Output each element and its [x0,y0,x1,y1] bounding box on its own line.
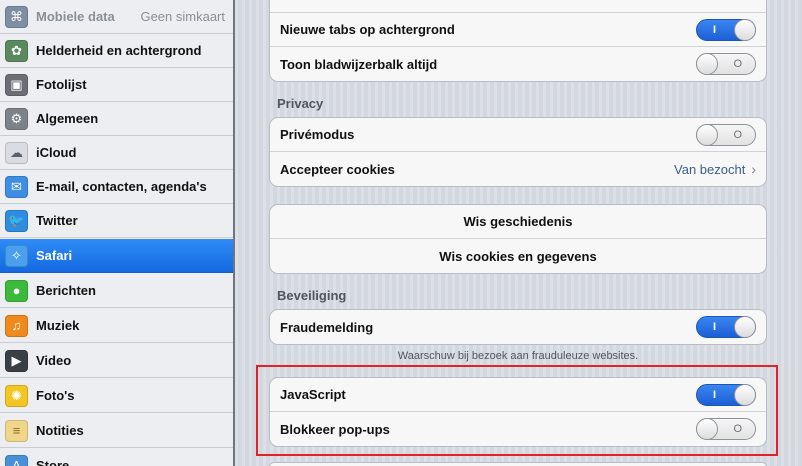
sidebar-item-label: Berichten [36,283,96,298]
highlight-box [256,365,778,456]
fraud-warning-note: Waarschuw bij bezoek aan frauduleuze web… [397,350,639,362]
toggle-off-mark: O [733,58,742,70]
sidebar-item-label: Mobiele data [36,9,115,24]
privacy-header: Privacy [277,96,324,111]
privacy-group: Privémodus O Accepteer cookies Van bezoc… [269,117,767,187]
picture-frame-icon: ▣ [5,73,28,96]
sidebar-item-brightness-wallpaper[interactable]: ✿ Helderheid en achtergrond [0,34,233,68]
hidden-row [270,0,766,13]
sidebar-item-photos[interactable]: ✺ Foto's [0,379,233,413]
gear-icon: ⚙ [5,107,28,130]
accept-cookies-value: Van bezocht [674,161,746,177]
sidebar-item-safari[interactable]: ✧ Safari [0,239,233,273]
fraud-warning-group: Fraudemelding I [269,309,767,345]
toggle-knob [696,53,718,75]
row-label: Privémodus [280,127,355,142]
sidebar-item-label: Video [36,353,72,368]
always-show-bookmarks-bar-row: Toon bladwijzerbalk altijd O [270,47,766,81]
sidebar-item-twitter[interactable]: 🐦 Twitter [0,204,233,238]
sidebar-item-mail[interactable]: ✉ E-mail, contacten, agenda's [0,170,233,204]
settings-sidebar: ⌘ Mobiele data Geen simkaart ✿ Helderhei… [0,0,235,466]
row-label: Accepteer cookies [280,161,395,177]
sidebar-item-label: iCloud [36,145,77,160]
clear-history-button[interactable]: Wis geschiedenis [270,205,766,239]
sunflower-icon: ✺ [5,384,28,407]
mail-icon: ✉ [5,175,28,198]
sidebar-item-music[interactable]: ♫ Muziek [0,309,233,343]
toggle-off-mark: O [733,128,742,141]
sidebar-item-store[interactable]: A Store [0,449,233,466]
button-label: Wis cookies en gegevens [439,248,597,264]
clear-cookies-button[interactable]: Wis cookies en gegevens [270,239,766,273]
sidebar-item-mobile-data[interactable]: ⌘ Mobiele data Geen simkaart [0,0,233,34]
sidebar-item-label: Twitter [36,213,78,228]
toggle-knob [734,316,756,338]
sidebar-item-messages[interactable]: ● Berichten [0,274,233,308]
row-label: Nieuwe tabs op achtergrond [280,22,455,37]
sidebar-item-video[interactable]: ▶ Video [0,344,233,378]
security-header: Beveiliging [277,288,347,303]
sidebar-item-label: Helderheid en achtergrond [36,43,202,58]
music-note-icon: ♫ [5,314,28,337]
sidebar-item-label: Notities [36,423,84,438]
chevron-right-icon: › [751,161,756,177]
speech-bubble-icon: ● [5,279,28,302]
row-label: Fraudemelding [280,319,374,335]
notepad-icon: ≡ [5,419,28,442]
open-new-tabs-background-row: Nieuwe tabs op achtergrond I [270,13,766,47]
private-browsing-toggle[interactable]: O [696,123,756,146]
sidebar-item-label: Store [36,458,70,466]
accept-cookies-row[interactable]: Accepteer cookies Van bezocht › [270,152,766,186]
sidebar-item-label: E-mail, contacten, agenda's [36,179,207,194]
sidebar-item-label: Muziek [36,318,80,333]
clear-data-group: Wis geschiedenis Wis cookies en gegevens [269,204,767,274]
bookmarks-bar-toggle[interactable]: O [696,53,756,75]
flower-icon: ✿ [5,39,28,62]
sidebar-item-picture-frame[interactable]: ▣ Fotolijst [0,68,233,102]
clapperboard-icon: ▶ [5,349,28,372]
antenna-icon: ⌘ [5,5,28,28]
row-label: Toon bladwijzerbalk altijd [280,56,438,72]
bird-icon: 🐦 [5,209,28,232]
sidebar-item-label: Safari [36,248,73,263]
compass-icon: ✧ [5,244,28,267]
sidebar-item-general[interactable]: ⚙ Algemeen [0,102,233,136]
sidebar-item-notes[interactable]: ≡ Notities [0,414,233,448]
toggle-on-mark: I [713,23,717,36]
sidebar-item-value: Geen simkaart [140,9,225,24]
sidebar-item-label: Fotolijst [36,77,87,92]
fraud-warning-row: Fraudemelding I [270,310,766,344]
new-tabs-background-toggle[interactable]: I [696,18,756,41]
sidebar-item-icloud[interactable]: ☁ iCloud [0,136,233,170]
sidebar-item-label: Foto's [36,388,75,403]
store-icon: A [5,454,28,466]
toggle-knob [734,18,756,41]
toggle-on-mark: I [713,321,717,333]
sidebar-item-label: Algemeen [36,111,99,126]
toggle-knob [696,123,718,146]
private-browsing-row: Privémodus O [270,118,766,152]
cloud-icon: ☁ [5,141,28,164]
button-label: Wis geschiedenis [463,214,573,229]
fraud-warning-toggle[interactable]: I [696,316,756,338]
tabs-settings-group: Nieuwe tabs op achtergrond I Toon bladwi… [269,0,767,82]
next-group-partial [269,462,767,466]
